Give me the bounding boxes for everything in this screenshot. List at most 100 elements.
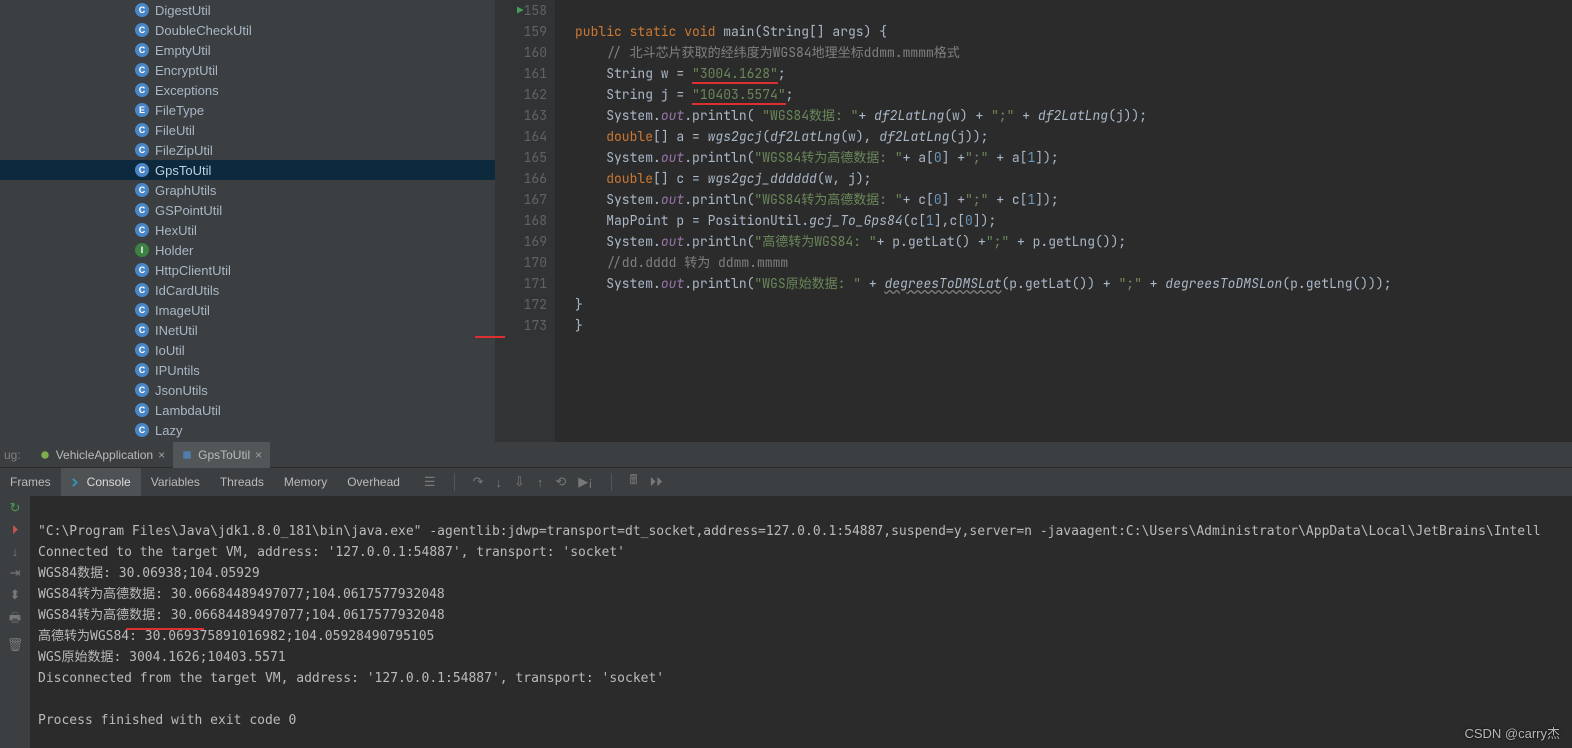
close-icon[interactable]: × (255, 448, 262, 462)
red-mark (126, 628, 204, 630)
trace-icon[interactable]: ⏵⏵ (649, 474, 662, 490)
code-comment: //dd.dddd 转为 ddmm.mmmm (606, 254, 788, 271)
tree-item-label: GSPointUtil (155, 203, 222, 218)
print-icon[interactable]: 🖶 (9, 609, 21, 631)
console-line: WGS84数据: 30.06938;104.05929 (38, 566, 260, 581)
pause-icon[interactable]: ↓ (12, 544, 19, 559)
tree-item-label: GraphUtils (155, 183, 216, 198)
tree-item-digestutil[interactable]: C DigestUtil (0, 0, 495, 20)
tree-item-fileutil[interactable]: CFileUtil (0, 120, 495, 140)
run-arrow-icon[interactable]: ▶ (517, 1, 524, 22)
tree-item-label: FileZipUtil (155, 143, 213, 158)
force-step-icon[interactable]: ⇩ (514, 474, 525, 490)
class-icon: E (135, 103, 149, 117)
class-icon: C (135, 183, 149, 197)
tree-item-encryptutil[interactable]: CEncryptUtil (0, 60, 495, 80)
gutter: 158 159 160 161 162 163 164 165 166 167 … (495, 0, 555, 442)
tree-item-holder[interactable]: IHolder (0, 240, 495, 260)
console-line: Connected to the target VM, address: '12… (38, 545, 625, 560)
class-icon: C (135, 83, 149, 97)
bug-icon (39, 449, 51, 461)
tree-item-label: EncryptUtil (155, 63, 218, 78)
run-tab-vehicle[interactable]: VehicleApplication × (31, 442, 173, 468)
tree-item-gspointutil[interactable]: C GSPointUtil (0, 200, 495, 220)
tree-item-gpstoutil[interactable]: CGpsToUtil (0, 160, 495, 180)
class-icon: C (135, 383, 149, 397)
debug-actions: Frames Console Variables Threads Memory … (0, 468, 1572, 496)
tree-item-lazy[interactable]: CLazy (0, 420, 495, 440)
project-tree[interactable]: CDigestUtilCDoubleCheckUtilCEmptyUtilCEn… (0, 0, 495, 442)
tab-threads[interactable]: Threads (210, 475, 274, 489)
tree-item-label: HexUtil (155, 223, 197, 238)
tab-frames[interactable]: Frames (0, 475, 61, 489)
tab-variables[interactable]: Variables (141, 475, 210, 489)
rerun-icon[interactable]: ↻ (10, 500, 21, 516)
tree-item-filetype[interactable]: EFileType (0, 100, 495, 120)
debug-label: ug: (0, 448, 31, 462)
editor-pane[interactable]: 158 159 160 161 162 163 164 165 166 167 … (495, 0, 1572, 442)
tree-item-label: INetUtil (155, 323, 198, 338)
console-line: Disconnected from the target VM, address… (38, 671, 664, 686)
tree-item-ipuntils[interactable]: CIPUntils (0, 360, 495, 380)
tree-item-label: JsonUtils (155, 383, 208, 398)
settings-icon[interactable]: ☰ (424, 474, 436, 490)
evaluate-icon[interactable]: 🖩 (630, 471, 638, 493)
tree-item-hexutil[interactable]: C HexUtil (0, 220, 495, 240)
console-line: WGS原始数据: 3004.1626;10403.5571 (38, 650, 286, 665)
step-over-icon[interactable]: ↷ (473, 474, 484, 490)
class-icon: C (135, 163, 149, 177)
app-icon (181, 449, 193, 461)
tree-item-label: ImageUtil (155, 303, 210, 318)
class-icon: C (135, 143, 149, 157)
tree-item-label: EmptyUtil (155, 43, 211, 58)
tree-item-jsonutils[interactable]: C JsonUtils (0, 380, 495, 400)
tree-item-exceptions[interactable]: CExceptions (0, 80, 495, 100)
console-line: WGS84转为高德数据: 30.06684489497077;104.06175… (38, 608, 445, 623)
console-icon (71, 477, 82, 488)
drop-frame-icon[interactable]: ⟲ (555, 474, 566, 490)
tree-item-label: Holder (155, 243, 193, 258)
tree-item-fileziputil[interactable]: C FileZipUtil (0, 140, 495, 160)
tree-item-emptyutil[interactable]: CEmptyUtil (0, 40, 495, 60)
error-stripe-mark (475, 336, 505, 338)
tree-item-httpclientutil[interactable]: CHttpClientUtil (0, 260, 495, 280)
console-line: WGS84转为高德数据: 30.06684489497077;104.06175… (38, 587, 445, 602)
tree-item-label: DigestUtil (155, 3, 211, 18)
class-icon: C (135, 203, 149, 217)
scroll-icon[interactable]: ⬍ (10, 587, 21, 603)
stop-icon[interactable]: ⏵ (12, 522, 19, 538)
tree-item-label: Lazy (155, 423, 182, 438)
tree-item-ioutil[interactable]: CIoUtil (0, 340, 495, 360)
tab-overhead[interactable]: Overhead (337, 475, 410, 489)
close-icon[interactable]: × (158, 448, 165, 462)
step-out-icon[interactable]: ↑ (537, 475, 544, 490)
run-tab-label: GpsToUtil (198, 448, 250, 462)
debug-tabs: ug: VehicleApplication × GpsToUtil × (0, 442, 1572, 468)
tree-item-imageutil[interactable]: CImageUtil (0, 300, 495, 320)
tree-item-idcardutils[interactable]: CIdCardUtils (0, 280, 495, 300)
class-icon: C (135, 343, 149, 357)
tab-console[interactable]: Console (61, 468, 141, 496)
run-to-cursor-icon[interactable]: ▶¡ (578, 474, 592, 490)
class-icon: C (135, 23, 149, 37)
console-output[interactable]: "C:\Program Files\Java\jdk1.8.0_181\bin\… (30, 496, 1572, 748)
string-literal-j: "10403.5574" (692, 86, 786, 105)
tab-memory[interactable]: Memory (274, 475, 337, 489)
tree-item-doublecheckutil[interactable]: CDoubleCheckUtil (0, 20, 495, 40)
step-into-icon[interactable]: ↓ (495, 475, 502, 490)
tree-item-graphutils[interactable]: C GraphUtils (0, 180, 495, 200)
code-area[interactable]: ▶public static void main(String[] args) … (555, 0, 1392, 442)
tree-item-lambdautil[interactable]: CLambdaUtil (0, 400, 495, 420)
wrap-icon[interactable]: ⇥ (10, 565, 21, 581)
console-line: "C:\Program Files\Java\jdk1.8.0_181\bin\… (38, 524, 1541, 539)
class-icon: C (135, 263, 149, 277)
class-icon: C (135, 3, 149, 17)
tree-item-inetutil[interactable]: C INetUtil (0, 320, 495, 340)
class-icon: C (135, 323, 149, 337)
run-tab-gps[interactable]: GpsToUtil × (173, 442, 270, 468)
clear-icon[interactable]: 🗑 (7, 637, 24, 653)
string-literal-w: "3004.1628" (692, 65, 778, 84)
tree-item-label: IdCardUtils (155, 283, 219, 298)
debug-controls: ☰ ↷ ↓ ⇩ ↑ ⟲ ▶¡ 🖩 ⏵⏵ (410, 471, 663, 493)
class-icon: C (135, 223, 149, 237)
